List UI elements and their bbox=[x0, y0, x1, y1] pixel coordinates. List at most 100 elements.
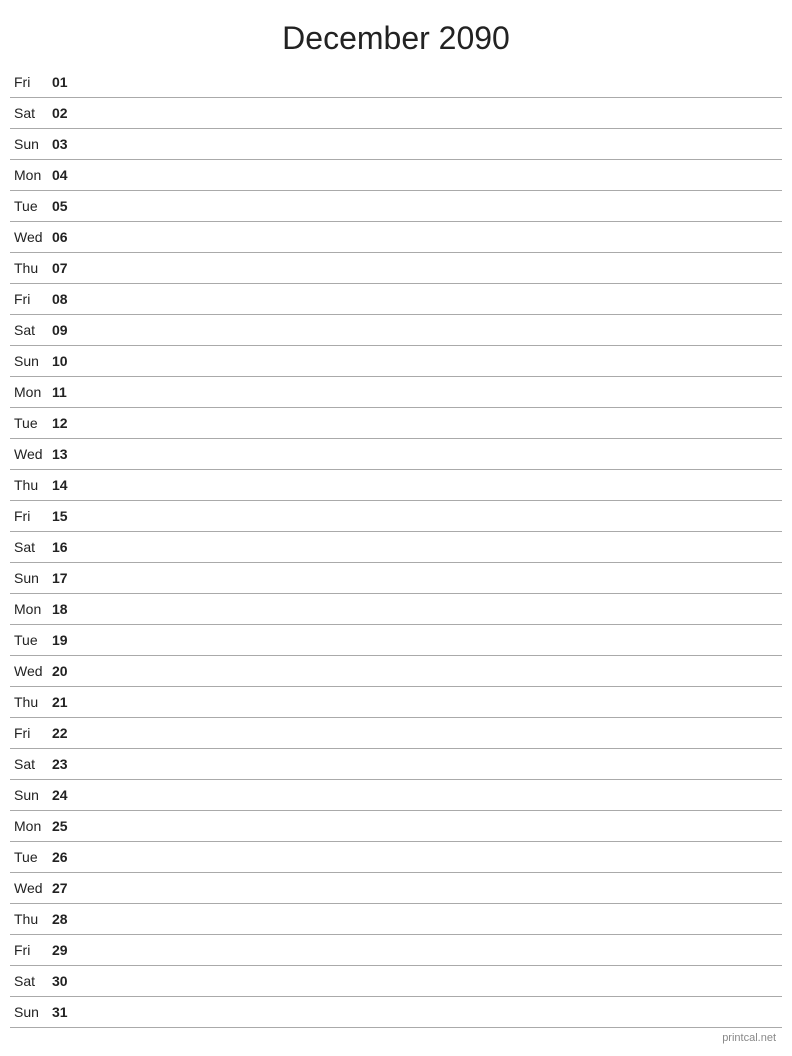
day-name: Sun bbox=[10, 136, 52, 152]
day-number: 23 bbox=[52, 756, 84, 772]
day-line bbox=[84, 857, 782, 858]
day-name: Sat bbox=[10, 105, 52, 121]
calendar-container: Fri01Sat02Sun03Mon04Tue05Wed06Thu07Fri08… bbox=[0, 67, 792, 1028]
day-line bbox=[84, 764, 782, 765]
day-number: 26 bbox=[52, 849, 84, 865]
day-name: Tue bbox=[10, 415, 52, 431]
day-number: 27 bbox=[52, 880, 84, 896]
day-row: Fri01 bbox=[10, 67, 782, 98]
day-name: Fri bbox=[10, 725, 52, 741]
day-line bbox=[84, 516, 782, 517]
day-row: Wed13 bbox=[10, 439, 782, 470]
day-name: Mon bbox=[10, 601, 52, 617]
day-name: Fri bbox=[10, 942, 52, 958]
day-name: Mon bbox=[10, 384, 52, 400]
day-name: Tue bbox=[10, 632, 52, 648]
day-name: Sat bbox=[10, 322, 52, 338]
day-number: 07 bbox=[52, 260, 84, 276]
day-name: Thu bbox=[10, 694, 52, 710]
day-row: Thu28 bbox=[10, 904, 782, 935]
day-line bbox=[84, 206, 782, 207]
day-name: Wed bbox=[10, 880, 52, 896]
day-row: Sun10 bbox=[10, 346, 782, 377]
day-line bbox=[84, 919, 782, 920]
day-line bbox=[84, 113, 782, 114]
day-line bbox=[84, 1012, 782, 1013]
day-number: 25 bbox=[52, 818, 84, 834]
day-row: Fri29 bbox=[10, 935, 782, 966]
day-number: 02 bbox=[52, 105, 84, 121]
day-number: 19 bbox=[52, 632, 84, 648]
day-line bbox=[84, 671, 782, 672]
day-number: 17 bbox=[52, 570, 84, 586]
day-line bbox=[84, 950, 782, 951]
day-row: Sat30 bbox=[10, 966, 782, 997]
day-name: Thu bbox=[10, 477, 52, 493]
day-number: 10 bbox=[52, 353, 84, 369]
day-row: Sat09 bbox=[10, 315, 782, 346]
day-name: Mon bbox=[10, 818, 52, 834]
day-row: Sun24 bbox=[10, 780, 782, 811]
day-number: 01 bbox=[52, 74, 84, 90]
day-name: Wed bbox=[10, 663, 52, 679]
day-row: Thu07 bbox=[10, 253, 782, 284]
day-line bbox=[84, 392, 782, 393]
day-row: Wed06 bbox=[10, 222, 782, 253]
day-row: Sat16 bbox=[10, 532, 782, 563]
day-row: Wed27 bbox=[10, 873, 782, 904]
day-number: 16 bbox=[52, 539, 84, 555]
day-row: Fri22 bbox=[10, 718, 782, 749]
day-name: Fri bbox=[10, 74, 52, 90]
day-number: 13 bbox=[52, 446, 84, 462]
day-line bbox=[84, 330, 782, 331]
day-line bbox=[84, 144, 782, 145]
day-line bbox=[84, 237, 782, 238]
day-number: 29 bbox=[52, 942, 84, 958]
day-number: 24 bbox=[52, 787, 84, 803]
day-name: Wed bbox=[10, 229, 52, 245]
day-row: Mon25 bbox=[10, 811, 782, 842]
day-line bbox=[84, 609, 782, 610]
day-name: Tue bbox=[10, 849, 52, 865]
day-number: 08 bbox=[52, 291, 84, 307]
day-line bbox=[84, 82, 782, 83]
day-name: Sat bbox=[10, 756, 52, 772]
day-name: Sun bbox=[10, 570, 52, 586]
day-name: Sun bbox=[10, 787, 52, 803]
day-name: Sat bbox=[10, 973, 52, 989]
day-number: 05 bbox=[52, 198, 84, 214]
day-row: Mon18 bbox=[10, 594, 782, 625]
day-name: Sun bbox=[10, 353, 52, 369]
day-line bbox=[84, 268, 782, 269]
day-number: 14 bbox=[52, 477, 84, 493]
day-row: Sat23 bbox=[10, 749, 782, 780]
day-name: Fri bbox=[10, 291, 52, 307]
day-number: 03 bbox=[52, 136, 84, 152]
day-name: Fri bbox=[10, 508, 52, 524]
day-row: Mon11 bbox=[10, 377, 782, 408]
day-row: Sat02 bbox=[10, 98, 782, 129]
day-row: Tue19 bbox=[10, 625, 782, 656]
day-number: 30 bbox=[52, 973, 84, 989]
day-name: Sun bbox=[10, 1004, 52, 1020]
day-line bbox=[84, 826, 782, 827]
day-line bbox=[84, 640, 782, 641]
day-row: Thu14 bbox=[10, 470, 782, 501]
page-title: December 2090 bbox=[0, 0, 792, 67]
day-number: 15 bbox=[52, 508, 84, 524]
day-line bbox=[84, 454, 782, 455]
day-line bbox=[84, 299, 782, 300]
day-row: Sun03 bbox=[10, 129, 782, 160]
day-row: Mon04 bbox=[10, 160, 782, 191]
day-row: Tue12 bbox=[10, 408, 782, 439]
day-line bbox=[84, 981, 782, 982]
day-line bbox=[84, 423, 782, 424]
day-line bbox=[84, 361, 782, 362]
day-name: Tue bbox=[10, 198, 52, 214]
day-name: Wed bbox=[10, 446, 52, 462]
day-line bbox=[84, 578, 782, 579]
day-number: 20 bbox=[52, 663, 84, 679]
day-row: Sun31 bbox=[10, 997, 782, 1028]
day-row: Tue05 bbox=[10, 191, 782, 222]
day-number: 12 bbox=[52, 415, 84, 431]
